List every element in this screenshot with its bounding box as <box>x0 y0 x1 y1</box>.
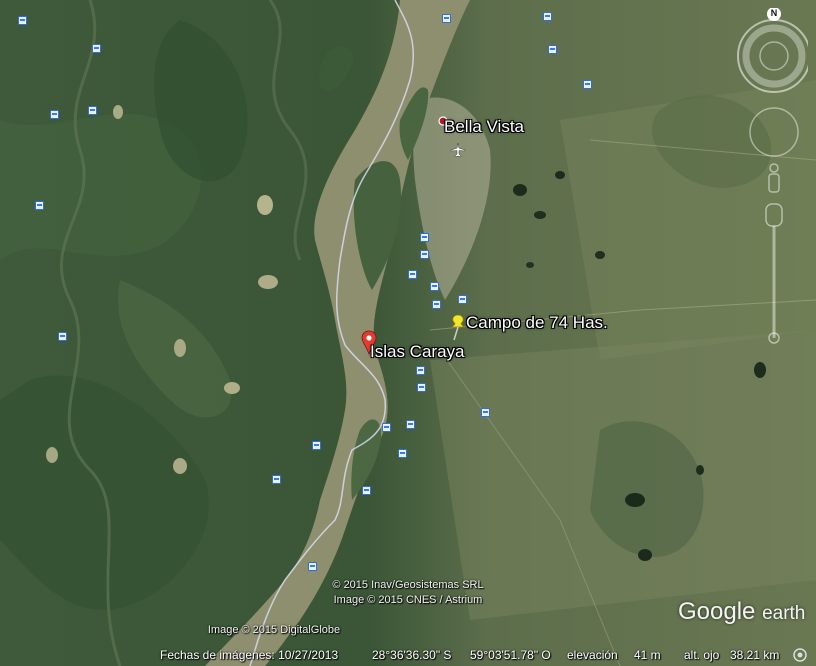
poi-icon[interactable] <box>481 408 490 417</box>
poi-icon[interactable] <box>406 420 415 429</box>
eye-altitude-label: alt. ojo <box>684 648 720 662</box>
attribution-line-3: Image © 2015 DigitalGlobe <box>207 624 341 636</box>
navigation-controls[interactable]: N <box>736 7 811 348</box>
look-joystick[interactable] <box>749 107 799 157</box>
latitude-readout: 28°36'36.30" S <box>372 648 452 662</box>
poi-icon[interactable] <box>18 16 27 25</box>
poi-icon[interactable] <box>88 106 97 115</box>
attribution-line-1: © 2015 Inav/Geosistemas SRL <box>332 579 484 591</box>
poi-icon[interactable] <box>458 295 467 304</box>
airport-icon[interactable] <box>450 142 466 158</box>
poi-icon[interactable] <box>58 332 67 341</box>
elevation-value: 41 m <box>634 648 661 662</box>
compass-north-label: N <box>770 8 778 18</box>
compass-ring[interactable] <box>737 7 811 93</box>
zoom-slider[interactable] <box>765 203 783 344</box>
poi-icon[interactable] <box>430 282 439 291</box>
eye-altitude-value: 38.21 km <box>730 648 780 662</box>
poi-icon[interactable] <box>408 270 417 279</box>
poi-icon[interactable] <box>417 383 426 392</box>
poi-icon[interactable] <box>50 110 59 119</box>
google-logo-text: Google <box>678 598 756 625</box>
poi-icon[interactable] <box>420 233 429 242</box>
poi-icon[interactable] <box>442 14 451 23</box>
poi-icon[interactable] <box>420 250 429 259</box>
poi-icon[interactable] <box>416 366 425 375</box>
longitude-readout: 59°03'51.78" O <box>470 648 551 662</box>
status-bar: Fechas de imágenes: 10/27/2013 28°36'36.… <box>0 644 816 666</box>
elevation-label: elevación <box>567 648 618 662</box>
google-earth-logo: Google earth <box>678 598 805 626</box>
poi-icon[interactable] <box>308 562 317 571</box>
map-viewport[interactable]: Bella Vista Campo de 74 Has. Islas Caray… <box>0 0 816 666</box>
poi-icon[interactable] <box>543 12 552 21</box>
place-label-islas-caraya[interactable]: Islas Caraya <box>370 342 464 362</box>
satellite-imagery[interactable] <box>0 0 816 666</box>
place-label-bella-vista[interactable]: Bella Vista <box>444 117 524 137</box>
poi-icon[interactable] <box>362 486 371 495</box>
streaming-indicator-icon <box>793 648 807 662</box>
imagery-date: Fechas de imágenes: 10/27/2013 <box>160 648 339 662</box>
poi-icon[interactable] <box>35 201 44 210</box>
street-view-icon[interactable] <box>768 163 780 193</box>
poi-icon[interactable] <box>583 80 592 89</box>
poi-icon[interactable] <box>398 449 407 458</box>
place-label-campo[interactable]: Campo de 74 Has. <box>466 313 608 333</box>
earth-logo-text: earth <box>762 603 806 624</box>
poi-icon[interactable] <box>548 45 557 54</box>
poi-icon[interactable] <box>382 423 391 432</box>
poi-icon[interactable] <box>312 441 321 450</box>
poi-icon[interactable] <box>92 44 101 53</box>
poi-icon[interactable] <box>432 300 441 309</box>
poi-icon[interactable] <box>272 475 281 484</box>
